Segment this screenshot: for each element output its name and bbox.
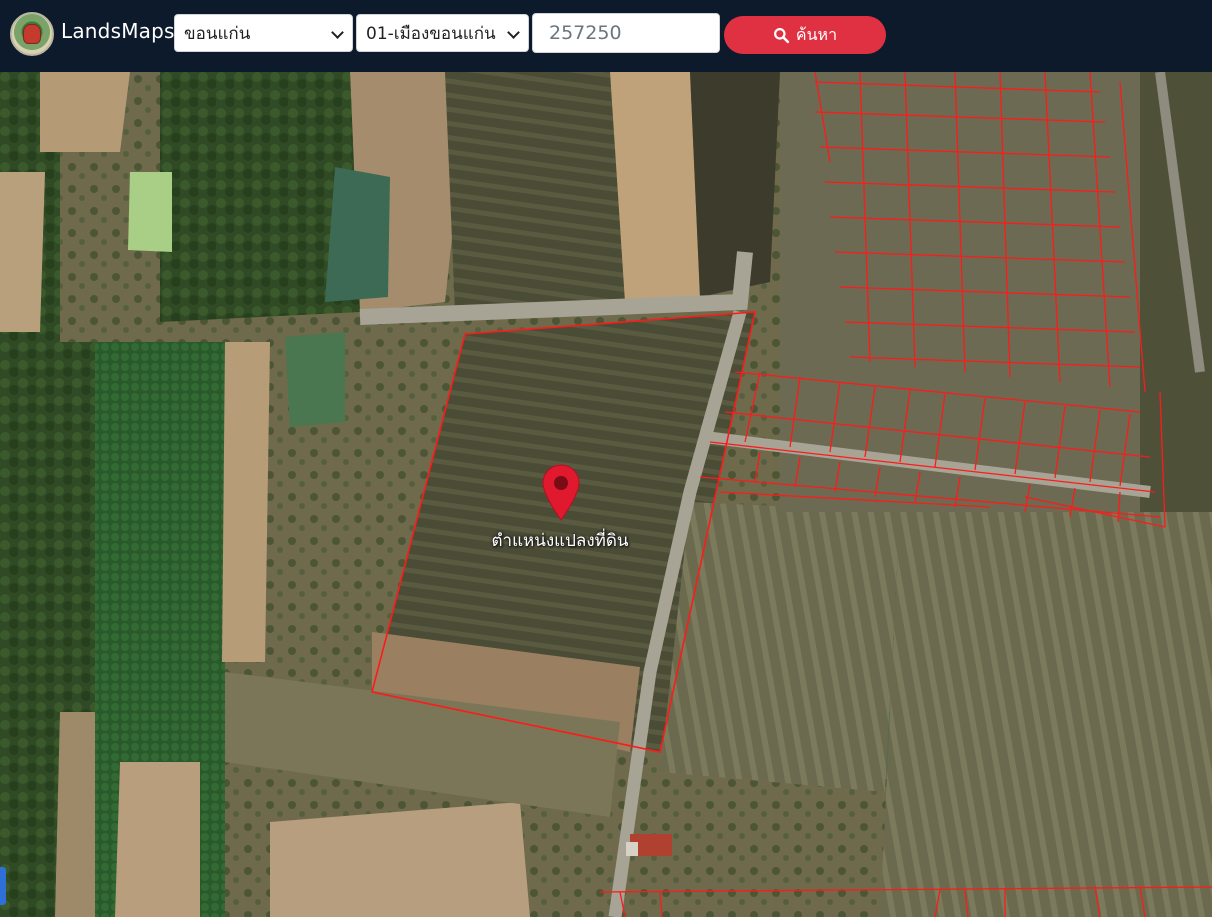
search-button-label: ค้นหา [795, 24, 838, 44]
brand-title[interactable]: LandsMaps [61, 19, 175, 43]
satellite-map[interactable]: ตำแหน่งแปลงที่ดิน [0, 72, 1212, 917]
search-button[interactable]: ค้นหา [724, 16, 886, 54]
chevron-down-icon [331, 26, 344, 39]
side-panel-tab[interactable] [0, 867, 6, 905]
province-select-value: ขอนแก่น [184, 23, 251, 44]
top-navbar: LandsMaps ขอนแก่น 01-เมืองขอนแก่น 257250… [0, 0, 1212, 72]
parcel-number-value: 257250 [549, 22, 622, 44]
location-pin-icon[interactable] [540, 463, 582, 521]
parcel-number-input[interactable]: 257250 [532, 13, 720, 53]
district-select-value: 01-เมืองขอนแก่น [366, 23, 496, 44]
province-select[interactable]: ขอนแก่น [174, 14, 353, 52]
chevron-down-icon [507, 26, 520, 39]
department-seal-logo[interactable] [10, 12, 54, 56]
district-select[interactable]: 01-เมืองขอนแก่น [356, 14, 529, 52]
search-icon [773, 27, 790, 43]
marker-label: ตำแหน่งแปลงที่ดิน [491, 531, 629, 551]
satellite-imagery [0, 72, 1212, 917]
